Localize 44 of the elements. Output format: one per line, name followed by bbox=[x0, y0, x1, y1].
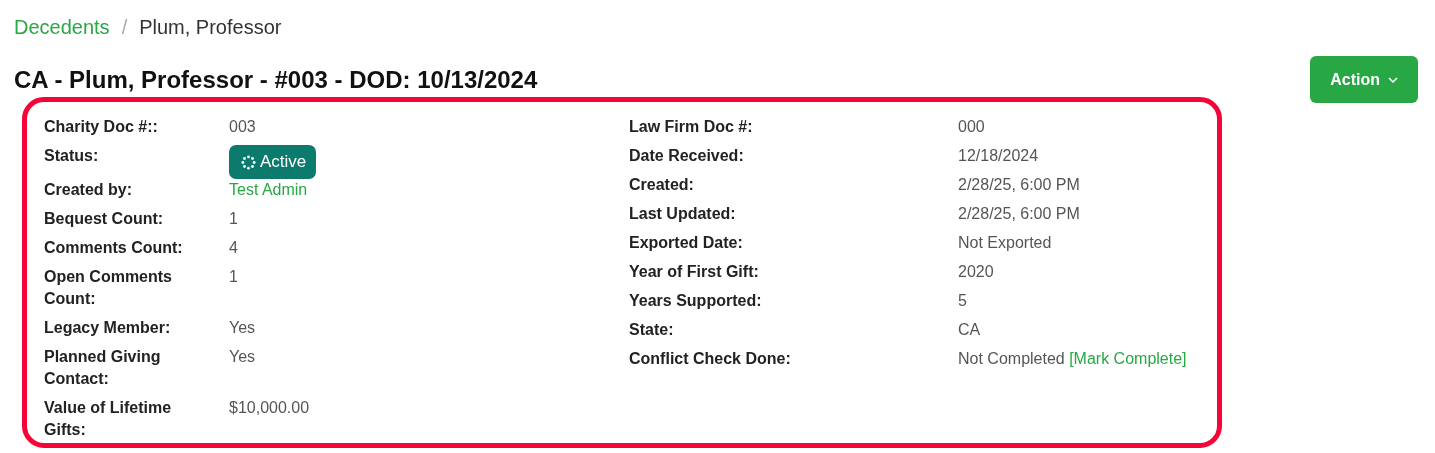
action-button[interactable]: Action bbox=[1310, 56, 1418, 103]
field-value: 003 bbox=[229, 118, 256, 135]
field-value: 5 bbox=[958, 292, 967, 309]
field-label: Exported Date: bbox=[629, 233, 744, 253]
field-value: 2/28/25, 6:00 PM bbox=[958, 176, 1080, 193]
field-label: Created by: bbox=[44, 180, 134, 200]
field-value: 2020 bbox=[958, 263, 994, 280]
field-label: Status: bbox=[44, 146, 100, 166]
field-label: Year of First Gift: bbox=[629, 262, 760, 282]
field-label: Open Comments Count: bbox=[44, 267, 173, 309]
field-label: Conflict Check Done: bbox=[629, 349, 792, 369]
field-value: 000 bbox=[958, 118, 985, 135]
spinner-icon bbox=[241, 154, 256, 170]
field-label: Comments Count: bbox=[44, 238, 184, 258]
field-label: State: bbox=[629, 320, 675, 340]
field-label: Last Updated: bbox=[629, 204, 737, 224]
field-value: 1 bbox=[229, 210, 238, 227]
breadcrumb-link[interactable]: Decedents bbox=[14, 15, 110, 39]
breadcrumb-current: Plum, Professor bbox=[139, 15, 282, 39]
field-label: Law Firm Doc #: bbox=[629, 117, 754, 137]
field-label: Bequest Count: bbox=[44, 209, 165, 229]
field-label: Planned Giving Contact: bbox=[44, 347, 162, 389]
field-value: Yes bbox=[229, 348, 256, 365]
field-label: Years Supported: bbox=[629, 291, 763, 311]
field-value: Not Completed bbox=[958, 350, 1065, 367]
field-label: Created: bbox=[629, 175, 695, 195]
field-value: $10,000.00 bbox=[229, 399, 310, 416]
field-label: Legacy Member: bbox=[44, 318, 172, 338]
status-badge: Active bbox=[229, 145, 317, 179]
field-label: Charity Doc #:: bbox=[44, 117, 159, 137]
caret-icon bbox=[1388, 76, 1398, 83]
field-label: Date Received: bbox=[629, 146, 745, 166]
field-value: CA bbox=[958, 321, 981, 338]
field-value: Yes bbox=[229, 319, 256, 336]
user-link[interactable]: Test Admin bbox=[229, 181, 308, 198]
field-value: Not Exported bbox=[958, 234, 1052, 251]
breadcrumb-separator: / bbox=[121, 15, 128, 39]
mark-complete-link[interactable]: [Mark Complete] bbox=[1069, 350, 1187, 367]
field-value: 4 bbox=[229, 239, 238, 256]
field-label: Value of Lifetime Gifts: bbox=[44, 398, 173, 440]
field-value: 1 bbox=[229, 268, 238, 285]
page-title: CA - Plum, Professor - #003 - DOD: 10/13/2024 bbox=[14, 66, 538, 94]
field-value: 12/18/2024 bbox=[958, 147, 1039, 164]
field-value: 2/28/25, 6:00 PM bbox=[958, 205, 1080, 222]
